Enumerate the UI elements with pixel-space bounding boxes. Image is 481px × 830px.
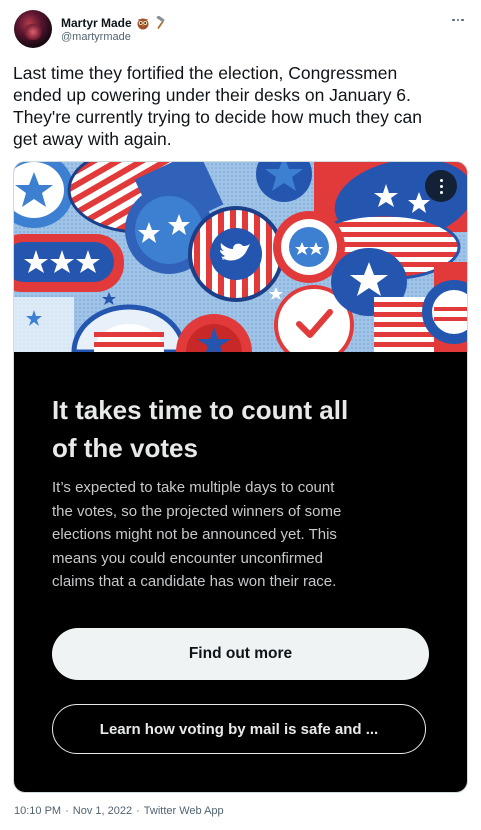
display-name[interactable]: Martyr Made (61, 16, 132, 30)
owl-emoji-icon (137, 18, 149, 30)
name-row: Martyr Made (61, 14, 168, 32)
tweet-meta: 10:10 PM · Nov 1, 2022 · Twitter Web App (14, 805, 224, 817)
more-options-icon[interactable] (449, 14, 467, 26)
find-out-more-button[interactable]: Find out more (52, 628, 429, 680)
avatar[interactable] (14, 10, 52, 48)
card-body: It’s expected to take multiple days to c… (52, 479, 342, 590)
card-title: It takes time to count all of the votes (52, 395, 349, 463)
election-info-card: It takes time to count all of the votes … (13, 161, 468, 793)
tweet-source[interactable]: Twitter Web App (144, 805, 224, 817)
meta-separator: · (136, 805, 140, 817)
tweet-date[interactable]: Nov 1, 2022 (73, 805, 132, 817)
voting-by-mail-button[interactable]: Learn how voting by mail is safe and ... (52, 704, 426, 754)
election-buttons-image (14, 162, 467, 352)
meta-separator: · (65, 805, 69, 817)
tweet-text: Last time they fortified the election, C… (13, 63, 422, 149)
tweet-time[interactable]: 10:10 PM (14, 805, 61, 817)
tweet-header: Martyr Made @martyrmade (14, 10, 469, 54)
handle[interactable]: @martyrmade (61, 31, 131, 43)
card-more-options-icon[interactable] (425, 170, 457, 202)
hammer-emoji-icon (156, 16, 165, 29)
